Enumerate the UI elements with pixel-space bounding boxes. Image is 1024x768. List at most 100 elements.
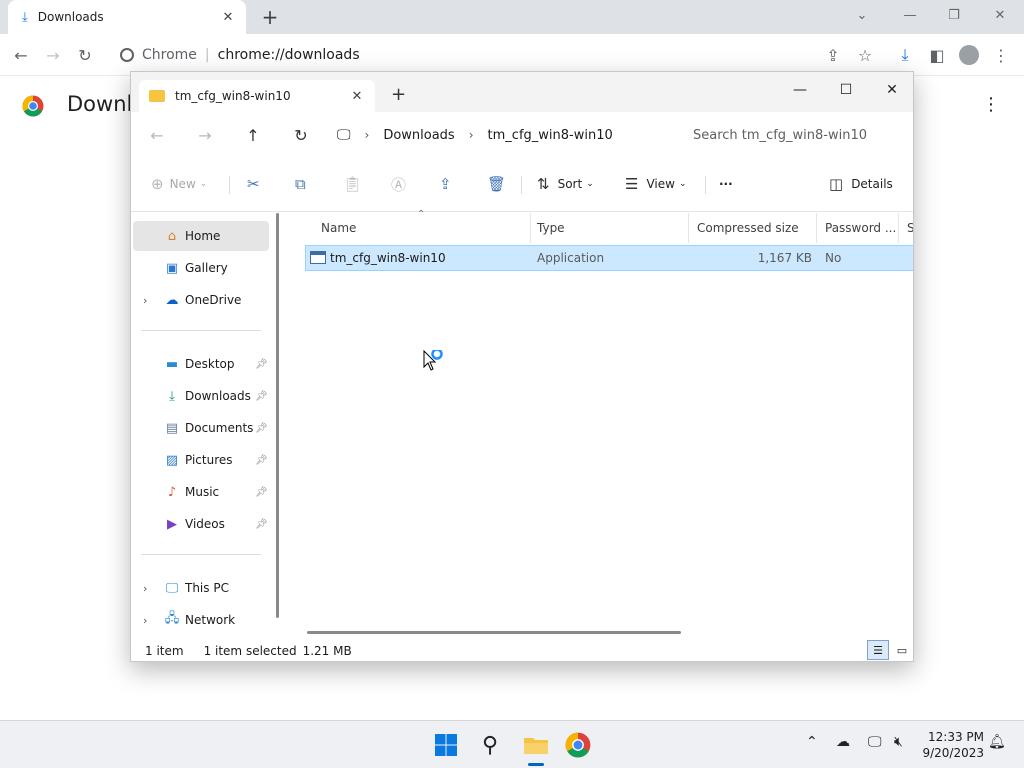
- sidebar-item-this-pc[interactable]: › 🖵 This PC: [133, 573, 269, 603]
- network-tray-icon[interactable]: 🖵: [868, 734, 882, 750]
- sidebar-item-label: OneDrive: [185, 293, 242, 307]
- file-type: Application: [537, 251, 605, 265]
- refresh-button[interactable]: ↻: [289, 124, 313, 146]
- sidebar-item-pictures[interactable]: ▨ Pictures 📌︎: [133, 445, 269, 475]
- selection-size: 1.21 MB: [302, 643, 352, 658]
- reload-button[interactable]: ↻: [72, 42, 98, 68]
- file-explorer-taskbar-icon[interactable]: [518, 727, 554, 763]
- new-tab-button[interactable]: +: [258, 5, 282, 29]
- search-input[interactable]: Search tm_cfg_win8-win10: [683, 120, 913, 150]
- copy-icon: ⧉: [295, 175, 306, 193]
- new-tab-button[interactable]: +: [391, 84, 406, 105]
- profile-avatar-icon[interactable]: [956, 42, 982, 68]
- breadcrumb-current[interactable]: tm_cfg_win8-win10: [488, 128, 613, 143]
- column-header-name[interactable]: Name: [313, 213, 531, 243]
- chrome-taskbar-icon[interactable]: [560, 727, 596, 763]
- maximize-button[interactable]: ☐: [823, 76, 869, 104]
- home-icon: ⌂: [167, 228, 177, 244]
- divider: [141, 330, 261, 331]
- start-windows-icon[interactable]: [428, 727, 464, 763]
- url-text: chrome://downloads: [217, 47, 360, 63]
- clock[interactable]: 12:33 PM 9/20/2023: [920, 729, 984, 761]
- music-icon: ♪: [167, 484, 177, 500]
- sidebar-item-network[interactable]: › 🖧 Network: [133, 605, 269, 635]
- chevron-right-icon[interactable]: ›: [143, 294, 147, 307]
- column-header-compressed-size[interactable]: Compressed size: [689, 213, 817, 243]
- more-options-button[interactable]: ···: [719, 172, 733, 196]
- share-button[interactable]: ⇪: [439, 172, 452, 196]
- tab-search-icon[interactable]: ⌄: [842, 4, 882, 26]
- view-icon: ☰: [625, 175, 639, 193]
- delete-button[interactable]: 🗑︎: [487, 172, 506, 196]
- chrome-menu-icon[interactable]: ⋮: [988, 42, 1014, 68]
- new-button[interactable]: ⊕ New ⌄: [151, 172, 207, 196]
- bookmark-star-icon[interactable]: ☆: [852, 42, 878, 68]
- downloads-icon[interactable]: ⤓: [892, 42, 918, 68]
- minimize-button[interactable]: —: [890, 4, 930, 26]
- close-window-button[interactable]: ✕: [869, 76, 913, 104]
- table-row[interactable]: tm_cfg_win8-win10 Application 1,167 KB N…: [305, 245, 913, 271]
- trash-icon: 🗑︎: [487, 175, 507, 193]
- forward-button[interactable]: →: [40, 42, 66, 68]
- document-icon: ▤: [165, 420, 179, 436]
- restore-button[interactable]: ❐: [934, 4, 974, 26]
- rename-icon: Ⓐ: [391, 175, 407, 194]
- column-header-type[interactable]: Type: [529, 213, 689, 243]
- videos-icon: ▶: [167, 516, 177, 532]
- divider: [705, 176, 706, 194]
- sidebar-item-documents[interactable]: ▤ Documents 📌︎: [133, 413, 269, 443]
- volume-muted-icon[interactable]: 🔇︎: [894, 734, 903, 750]
- minimize-button[interactable]: —: [777, 76, 823, 104]
- chevron-right-icon[interactable]: ›: [143, 614, 147, 627]
- chevron-down-icon: ⌄: [678, 179, 687, 189]
- column-header-size[interactable]: Si: [899, 213, 913, 243]
- sort-button[interactable]: ⇅ Sort ⌄: [537, 172, 594, 196]
- notification-bell-icon[interactable]: 🔔︎: [988, 734, 1006, 750]
- explorer-tab[interactable]: tm_cfg_win8-win10 ✕: [139, 80, 375, 112]
- sidebar-scrollbar[interactable]: [276, 213, 279, 618]
- chrome-tab-downloads[interactable]: ⤓ Downloads ✕: [8, 0, 246, 34]
- search-icon[interactable]: ⚲: [472, 727, 508, 763]
- sidebar-item-music[interactable]: ♪ Music 📌︎: [133, 477, 269, 507]
- sidebar-item-gallery[interactable]: ▣ Gallery: [133, 253, 269, 283]
- column-header-password[interactable]: Password ...: [817, 213, 899, 243]
- close-tab-icon[interactable]: ✕: [349, 88, 365, 104]
- close-tab-icon[interactable]: ✕: [220, 9, 236, 25]
- sidebar-item-downloads[interactable]: ⤓ Downloads 📌︎: [133, 381, 269, 411]
- chevron-up-icon[interactable]: ⌃: [806, 734, 818, 750]
- cut-button[interactable]: ✂: [247, 172, 260, 196]
- tiles-view-icon[interactable]: ▭: [891, 640, 913, 660]
- details-pane-icon: ◫: [829, 175, 844, 193]
- up-button[interactable]: ↑: [241, 124, 265, 146]
- sidebar-item-onedrive[interactable]: › ☁ OneDrive: [133, 285, 269, 315]
- back-button[interactable]: ←: [8, 42, 34, 68]
- share-icon[interactable]: ⇪: [820, 42, 846, 68]
- details-button[interactable]: ◫ Details: [829, 172, 893, 196]
- page-menu-icon[interactable]: ⋮: [982, 94, 1000, 115]
- file-explorer-window: tm_cfg_win8-win10 ✕ + — ☐ ✕ ← → ↑ ↻ 🖵 › …: [130, 71, 914, 662]
- sidebar-item-label: Network: [185, 613, 236, 627]
- breadcrumb-downloads[interactable]: Downloads: [383, 128, 454, 143]
- copy-button[interactable]: ⧉: [295, 172, 306, 196]
- sidebar-item-home[interactable]: ⌂ Home: [133, 221, 269, 251]
- onedrive-tray-icon[interactable]: ☁: [836, 734, 850, 750]
- sidebar-item-videos[interactable]: ▶ Videos 📌︎: [133, 509, 269, 539]
- side-panel-icon[interactable]: ◧: [924, 42, 950, 68]
- rename-button[interactable]: Ⓐ: [391, 172, 406, 196]
- breadcrumb[interactable]: 🖵 › Downloads › tm_cfg_win8-win10: [337, 120, 677, 150]
- forward-button[interactable]: →: [193, 124, 217, 146]
- pictures-icon: ▨: [165, 452, 179, 468]
- chrome-toolbar: ← → ↻ Chrome | chrome://downloads ⇪ ☆ ⤓ …: [0, 34, 1024, 76]
- address-bar[interactable]: Chrome | chrome://downloads: [108, 40, 888, 70]
- sidebar-item-label: Gallery: [185, 261, 228, 275]
- sidebar-item-desktop[interactable]: ▬ Desktop 📌︎: [133, 349, 269, 379]
- divider: [141, 554, 261, 555]
- close-window-button[interactable]: ✕: [980, 4, 1020, 26]
- horizontal-scrollbar[interactable]: [307, 631, 681, 634]
- chevron-right-icon[interactable]: ›: [143, 582, 147, 595]
- details-view-icon[interactable]: ☰: [867, 640, 889, 660]
- view-button[interactable]: ☰ View ⌄: [625, 172, 686, 196]
- paste-button[interactable]: 📋︎: [343, 172, 362, 196]
- zip-folder-icon: [149, 90, 165, 102]
- back-button[interactable]: ←: [145, 124, 169, 146]
